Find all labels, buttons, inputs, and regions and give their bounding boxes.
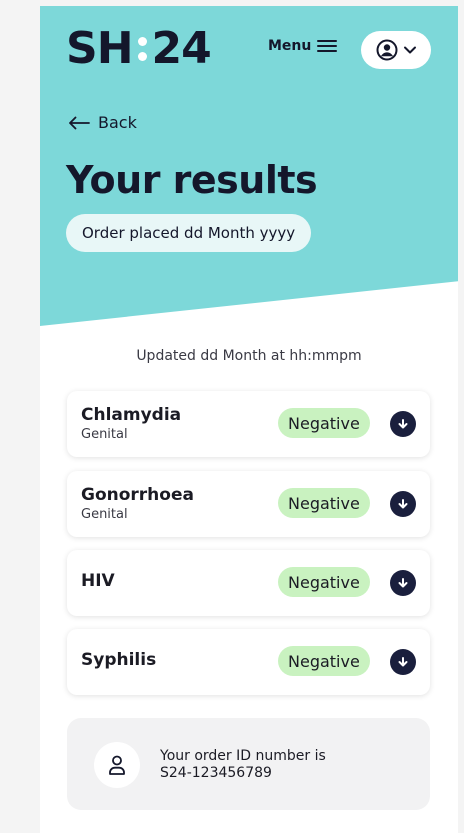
- menu-label: Menu: [268, 38, 312, 54]
- logo-text-left: SH: [66, 23, 134, 74]
- chevron-down-icon: [403, 46, 416, 54]
- avatar: [94, 742, 140, 788]
- back-link[interactable]: Back: [68, 113, 137, 132]
- page-title: Your results: [66, 158, 318, 202]
- result-card-hiv[interactable]: HIV Negative: [67, 550, 430, 616]
- order-placed-pill: Order placed dd Month yyyy: [66, 214, 312, 252]
- hamburger-icon: [317, 40, 338, 52]
- order-id-label: Your order ID number is: [160, 748, 326, 764]
- expand-arrow-icon[interactable]: [390, 570, 416, 596]
- logo-colon: [137, 37, 147, 61]
- app-screen: SH 24 Menu Back Your results Order place…: [40, 6, 458, 833]
- order-id-value: S24-123456789: [160, 765, 272, 781]
- order-id-card: Your order ID number is S24-123456789: [67, 718, 430, 810]
- test-site: Genital: [81, 427, 128, 442]
- back-label: Back: [98, 113, 137, 132]
- user-outline-icon: [109, 755, 125, 775]
- test-name: Syphilis: [81, 650, 157, 670]
- result-card-chlamydia[interactable]: Chlamydia Genital Negative: [67, 391, 430, 457]
- order-placed-text: Order placed dd Month yyyy: [82, 224, 296, 242]
- test-site: Genital: [81, 507, 128, 522]
- order-id-text: Your order ID number is S24-123456789: [160, 748, 326, 782]
- test-name: Chlamydia: [81, 405, 182, 425]
- arrow-left-icon: [69, 116, 90, 129]
- logo-text-right: 24: [151, 23, 212, 74]
- expand-arrow-icon[interactable]: [390, 491, 416, 517]
- status-badge: Negative: [278, 408, 370, 438]
- menu-button[interactable]: Menu: [268, 38, 338, 54]
- status-badge: Negative: [278, 488, 370, 518]
- expand-arrow-icon[interactable]: [390, 411, 416, 437]
- user-circle-icon: [376, 39, 397, 61]
- status-badge: Negative: [278, 567, 370, 597]
- result-card-gonorrhoea[interactable]: Gonorrhoea Genital Negative: [67, 471, 430, 537]
- test-name: HIV: [81, 571, 115, 591]
- expand-arrow-icon[interactable]: [390, 649, 416, 675]
- result-card-syphilis[interactable]: Syphilis Negative: [67, 629, 430, 695]
- account-button[interactable]: [361, 31, 431, 69]
- test-name: Gonorrhoea: [81, 485, 194, 505]
- updated-timestamp: Updated dd Month at hh:mmpm: [136, 348, 362, 364]
- sh24-logo[interactable]: SH 24: [66, 23, 212, 74]
- status-badge: Negative: [278, 646, 370, 676]
